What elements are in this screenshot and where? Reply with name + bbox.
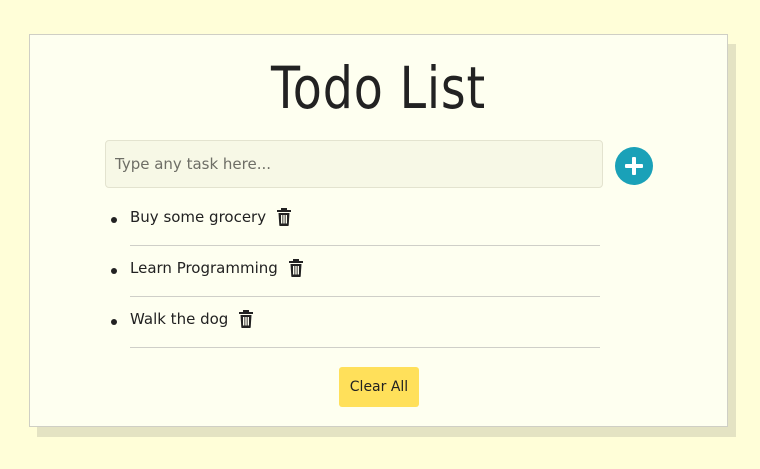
task-list: Buy some grocery Learn Programming Walk … xyxy=(107,195,600,348)
list-item: Learn Programming xyxy=(111,246,600,297)
trash-icon[interactable] xyxy=(276,208,292,226)
todo-card: Todo List Buy some grocery xyxy=(29,34,728,427)
list-item: Walk the dog xyxy=(111,297,600,348)
plus-icon xyxy=(625,157,643,175)
task-row: Walk the dog xyxy=(130,310,254,328)
add-task-button[interactable] xyxy=(615,147,653,185)
list-item: Buy some grocery xyxy=(111,195,600,246)
task-text: Buy some grocery xyxy=(130,208,267,226)
task-row: Buy some grocery xyxy=(130,208,292,226)
task-input[interactable] xyxy=(105,140,603,188)
trash-icon[interactable] xyxy=(238,310,254,328)
bullet xyxy=(111,217,117,223)
task-row: Learn Programming xyxy=(130,259,304,277)
trash-icon[interactable] xyxy=(288,259,304,277)
page-title: Todo List xyxy=(271,54,486,122)
bullet xyxy=(111,268,117,274)
task-text: Walk the dog xyxy=(130,310,229,328)
task-text: Learn Programming xyxy=(130,259,278,277)
bullet xyxy=(111,319,117,325)
clear-all-button[interactable]: Clear All xyxy=(339,367,419,407)
